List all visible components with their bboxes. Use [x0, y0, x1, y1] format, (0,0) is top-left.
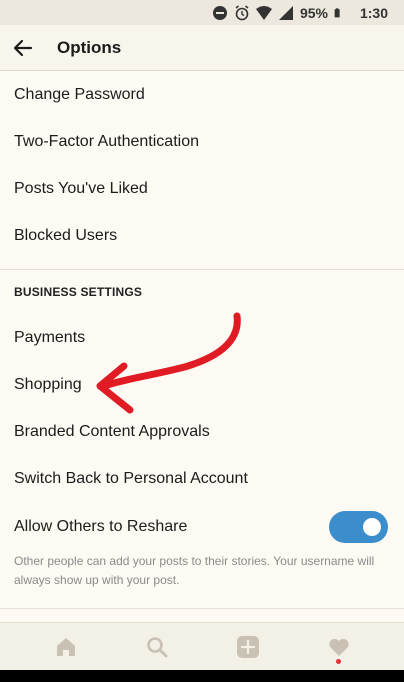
system-nav-bar [0, 670, 404, 682]
arrow-left-icon[interactable] [11, 36, 35, 60]
allow-reshare-row: Allow Others to Reshare [0, 502, 404, 552]
activity-heart-icon [328, 638, 349, 656]
business-settings-header: BUSINESS SETTINGS [14, 285, 143, 299]
item-label: Posts You've Liked [14, 179, 148, 197]
tab-add-post[interactable] [228, 627, 268, 667]
home-icon [56, 637, 75, 656]
battery-icon [334, 7, 340, 17]
add-post-icon [236, 635, 259, 658]
switch-personal-item[interactable]: Switch Back to Personal Account [0, 455, 404, 502]
signal-icon [278, 5, 293, 20]
item-label: Branded Content Approvals [14, 422, 210, 440]
alarm-icon [235, 4, 249, 20]
allow-reshare-label: Allow Others to Reshare [14, 518, 188, 535]
item-label: Change Password [14, 85, 145, 103]
tab-home[interactable] [46, 627, 86, 667]
reshare-help-text: Other people can add your posts to their… [14, 554, 375, 587]
tab-bar [0, 622, 404, 670]
item-label: Shopping [14, 375, 82, 393]
blocked-users-item[interactable]: Blocked Users [0, 212, 404, 259]
item-label: Payments [14, 328, 86, 346]
posts-liked-item[interactable]: Posts You've Liked [0, 165, 404, 212]
item-label: Blocked Users [14, 226, 118, 244]
tab-activity[interactable] [319, 627, 359, 667]
header: Options [0, 25, 404, 71]
divider [0, 608, 404, 609]
wifi-icon [255, 5, 272, 20]
allow-reshare-toggle[interactable] [329, 511, 388, 543]
toggle-knob [363, 518, 381, 536]
branded-content-item[interactable]: Branded Content Approvals [0, 408, 404, 455]
status-bar: 95% 1:30 [0, 0, 404, 25]
change-password-item[interactable]: Change Password [0, 71, 404, 118]
two-factor-item[interactable]: Two-Factor Authentication [0, 118, 404, 165]
search-icon [146, 636, 167, 657]
tab-search[interactable] [137, 627, 177, 667]
do-not-disturb-icon [212, 5, 227, 20]
notification-dot [336, 658, 341, 664]
options-list: Change Password Two-Factor Authenticatio… [0, 71, 404, 590]
page-title: Options [57, 37, 122, 57]
shopping-item[interactable]: Shopping [0, 361, 404, 408]
item-label: Switch Back to Personal Account [14, 469, 248, 487]
battery-percentage: 95% [299, 4, 328, 21]
payments-item[interactable]: Payments [0, 314, 404, 361]
item-label: Two-Factor Authentication [14, 132, 199, 150]
clock: 1:30 [359, 4, 388, 21]
